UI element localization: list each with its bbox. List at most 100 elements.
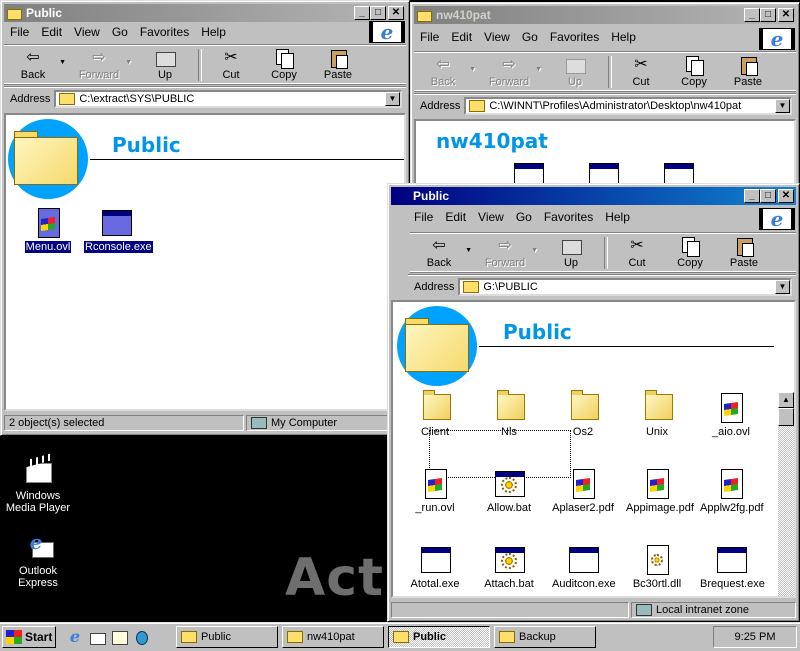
folder-content[interactable]: Public Menu.ovl Rconsole.exe	[4, 113, 406, 411]
paste-button[interactable]: Paste	[722, 56, 774, 88]
copy-button[interactable]: Copy	[666, 56, 722, 88]
menu-favorites[interactable]: Favorites	[538, 210, 599, 224]
file-label: Bc30rtl.dll	[632, 578, 682, 590]
folder-content[interactable]: Public Client Nls Os2 Unix _aio.ovl _run…	[391, 300, 796, 598]
up-button[interactable]: Up	[542, 237, 600, 269]
maximize-button[interactable]: □	[760, 8, 776, 22]
file-item[interactable]: _aio.ovl	[699, 392, 763, 438]
up-folder-icon	[560, 237, 582, 255]
menu-file[interactable]: File	[4, 25, 35, 39]
address-label: Address	[420, 100, 461, 112]
desktop-icon-outlook-express[interactable]: e Outlook Express	[0, 530, 78, 589]
file-item[interactable]: Bc30rtl.dll	[625, 544, 689, 590]
taskbar-item-public-active[interactable]: Public	[388, 626, 490, 648]
taskbar-item-backup[interactable]: Backup	[494, 626, 596, 648]
back-button[interactable]: ⇦ Back ▼	[410, 237, 472, 269]
close-button[interactable]: ✕	[778, 8, 794, 22]
folder-icon	[419, 390, 451, 424]
menu-view[interactable]: View	[68, 25, 106, 39]
menu-favorites[interactable]: Favorites	[134, 25, 195, 39]
maximize-button[interactable]: □	[760, 189, 776, 203]
menu-file[interactable]: File	[408, 210, 439, 224]
file-item[interactable]: Auditcon.exe	[551, 544, 616, 590]
file-item[interactable]: Allow.bat	[477, 468, 541, 514]
paste-button[interactable]: Paste	[312, 49, 364, 81]
back-button[interactable]: ⇦ Back ▼	[4, 49, 66, 81]
file-item[interactable]: Unix	[625, 390, 689, 438]
heading-rule	[90, 159, 404, 160]
address-dropdown-button[interactable]: ▼	[385, 92, 400, 106]
menu-help[interactable]: Help	[599, 210, 636, 224]
internet-explorer-icon[interactable]: e	[66, 628, 84, 646]
forward-button[interactable]: ⇨ Forward ▼	[480, 56, 542, 88]
window-public-network[interactable]: Public _ □ ✕ File Edit View Go Favorites…	[387, 183, 800, 622]
menu-go[interactable]: Go	[510, 210, 538, 224]
menu-view[interactable]: View	[472, 210, 510, 224]
show-desktop-icon[interactable]	[110, 628, 128, 646]
window-public-local[interactable]: Public _ □ ✕ File Edit View Go Favorites…	[0, 0, 410, 436]
file-item[interactable]: Attach.bat	[477, 544, 541, 590]
forward-button[interactable]: ⇨ Forward ▼	[70, 49, 132, 81]
taskbar-item-nw410pat[interactable]: nw410pat	[282, 626, 384, 648]
cut-button[interactable]: ✂ Cut	[612, 237, 662, 269]
folder-icon	[567, 390, 599, 424]
desktop-icon-media-player[interactable]: Windows Media Player	[0, 453, 78, 514]
folder-icon	[463, 281, 480, 293]
file-item[interactable]: Rconsole.exe	[83, 207, 154, 254]
folder-icon	[59, 93, 76, 105]
folder-icon	[287, 631, 303, 643]
menu-edit[interactable]: Edit	[439, 210, 472, 224]
minimize-button[interactable]: _	[354, 6, 370, 20]
scroll-thumb[interactable]	[778, 408, 794, 426]
copy-button[interactable]: Copy	[256, 49, 312, 81]
menu-help[interactable]: Help	[605, 30, 642, 44]
file-item[interactable]: Atotal.exe	[403, 544, 467, 590]
menu-view[interactable]: View	[478, 30, 516, 44]
up-button[interactable]: Up	[136, 49, 194, 81]
window-nw410pat[interactable]: nw410pat _ □ ✕ File Edit View Go Favorit…	[410, 2, 800, 202]
cut-button[interactable]: ✂ Cut	[206, 49, 256, 81]
up-button[interactable]: Up	[546, 56, 604, 88]
scroll-up-button[interactable]: ▲	[778, 392, 794, 408]
taskbar-item-public[interactable]: Public	[176, 626, 278, 648]
title-bar[interactable]: nw410pat _ □ ✕	[414, 6, 796, 24]
close-button[interactable]: ✕	[388, 6, 404, 20]
address-input[interactable]: C:\WINNT\Profiles\Administrator\Desktop\…	[464, 97, 792, 115]
address-dropdown-button[interactable]: ▼	[775, 280, 790, 294]
clock[interactable]: 9:25 PM	[735, 631, 776, 643]
copy-button[interactable]: Copy	[662, 237, 718, 269]
title-bar[interactable]: Public _ □ ✕	[4, 4, 406, 22]
menu-file[interactable]: File	[414, 30, 445, 44]
forward-button[interactable]: ⇨ Forward ▼	[476, 237, 538, 269]
file-item[interactable]: Aplaser2.pdf	[551, 468, 615, 514]
document-icon	[715, 392, 747, 424]
file-item[interactable]: _run.ovl	[403, 468, 467, 514]
address-input[interactable]: G:\PUBLIC ▼	[458, 278, 792, 296]
file-item[interactable]: Applw2fg.pdf	[699, 468, 764, 514]
outlook-express-icon[interactable]	[88, 628, 106, 646]
title-bar[interactable]: Public _ □ ✕	[391, 187, 796, 205]
channels-icon[interactable]	[132, 628, 150, 646]
minimize-button[interactable]: _	[744, 8, 760, 22]
file-item[interactable]: Brequest.exe	[699, 544, 765, 590]
vertical-scrollbar[interactable]: ▲	[778, 392, 794, 596]
minimize-button[interactable]: _	[744, 189, 760, 203]
back-button[interactable]: ⇦ Back ▼	[414, 56, 476, 88]
cut-button[interactable]: ✂ Cut	[616, 56, 666, 88]
address-dropdown-button[interactable]: ▼	[775, 99, 790, 113]
paste-button[interactable]: Paste	[718, 237, 770, 269]
menu-go[interactable]: Go	[106, 25, 134, 39]
menu-go[interactable]: Go	[516, 30, 544, 44]
menu-edit[interactable]: Edit	[35, 25, 68, 39]
start-button[interactable]: Start	[2, 626, 56, 648]
file-item[interactable]: Menu.ovl	[16, 207, 80, 254]
quick-launch: e	[66, 628, 150, 646]
menu-favorites[interactable]: Favorites	[544, 30, 605, 44]
close-button[interactable]: ✕	[778, 189, 794, 203]
toolbar-separator	[608, 56, 612, 88]
menu-edit[interactable]: Edit	[445, 30, 478, 44]
maximize-button[interactable]: □	[370, 6, 386, 20]
address-input[interactable]: C:\extract\SYS\PUBLIC ▼	[54, 90, 402, 108]
menu-help[interactable]: Help	[195, 25, 232, 39]
file-item[interactable]: Appimage.pdf	[625, 468, 694, 514]
